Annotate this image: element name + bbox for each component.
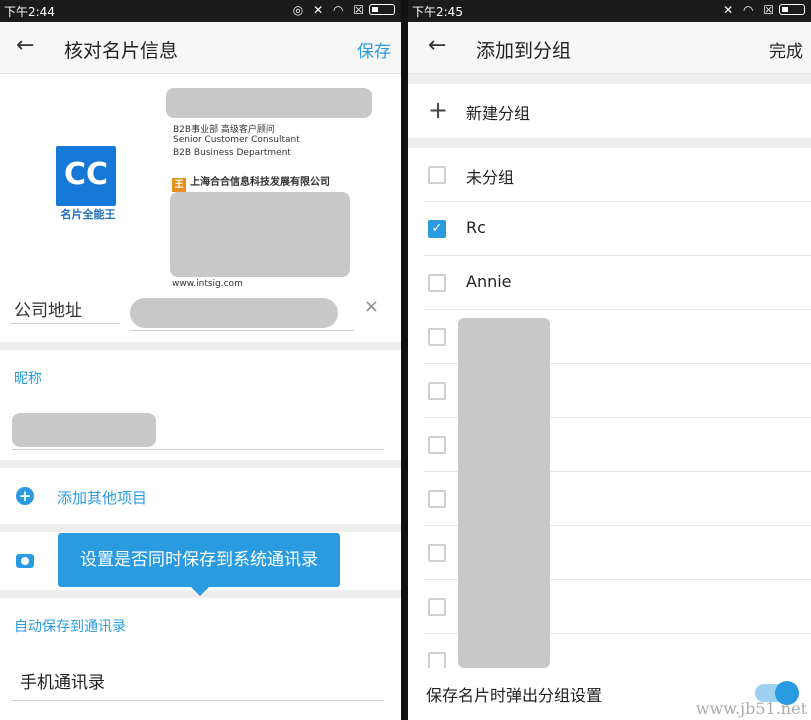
nickname-label: 昵称 bbox=[14, 371, 42, 387]
card-website: www.intsig.com bbox=[172, 279, 243, 289]
group-row[interactable]: Annie bbox=[408, 256, 811, 310]
checkbox[interactable] bbox=[428, 274, 446, 292]
new-group-row[interactable]: + 新建分组 bbox=[408, 84, 811, 138]
add-other-item-row[interactable]: + 添加其他项目 bbox=[0, 468, 401, 524]
field-underline bbox=[12, 449, 384, 450]
status-bar: 下午2:45 ✕ ◠ ☒ bbox=[408, 0, 811, 22]
business-card-image: CC 名片全能王 B2B事业部 高级客户顾问 Senior Customer C… bbox=[0, 74, 401, 342]
card-line: Senior Customer Consultant bbox=[173, 135, 300, 145]
card-line: B2B Business Department bbox=[173, 148, 291, 158]
address-input[interactable] bbox=[130, 298, 338, 328]
contacts-select[interactable]: 手机通讯录 bbox=[20, 668, 105, 693]
group-label: Rc bbox=[466, 218, 486, 237]
battery-icon bbox=[369, 4, 395, 15]
address-field-label[interactable]: 公司地址 bbox=[14, 296, 82, 321]
card-company: 王上海合合信息科技发展有限公司 bbox=[172, 173, 330, 192]
add-other-label: 添加其他项目 bbox=[57, 489, 148, 507]
tooltip-arrow bbox=[191, 587, 209, 596]
left-screen: 下午2:44 ◎ ✕ ◠ ☒ ← 核对名片信息 保存 CC 名片全能王 B2B事… bbox=[0, 0, 401, 720]
checkbox[interactable] bbox=[428, 382, 446, 400]
status-time: 下午2:45 bbox=[412, 5, 463, 19]
checkbox-checked[interactable]: ✓ bbox=[428, 220, 446, 238]
done-button[interactable]: 完成 bbox=[769, 37, 803, 62]
back-arrow-icon[interactable]: ← bbox=[428, 32, 456, 60]
logo-text: CC bbox=[63, 157, 109, 192]
clear-icon[interactable]: × bbox=[364, 296, 379, 317]
right-screen: 下午2:45 ✕ ◠ ☒ ← 添加到分组 完成 + 新建分组 未分组 ✓ Rc … bbox=[408, 0, 811, 720]
autosave-section: 自动保存到通讯录 手机通讯录 bbox=[0, 598, 401, 720]
field-underline bbox=[130, 330, 354, 331]
redacted-name bbox=[166, 88, 372, 118]
checkbox[interactable] bbox=[428, 328, 446, 346]
camcard-logo: CC bbox=[56, 146, 116, 206]
status-icons: ◎ ✕ ◠ ☒ bbox=[293, 3, 395, 17]
nickname-section: 昵称 bbox=[0, 350, 401, 460]
add-circle-icon: + bbox=[16, 487, 34, 505]
popup-setting-label: 保存名片时弹出分组设置 bbox=[426, 686, 603, 705]
page-title: 添加到分组 bbox=[476, 40, 572, 62]
group-row[interactable]: 未分组 bbox=[408, 148, 811, 202]
nickname-input[interactable] bbox=[12, 413, 156, 447]
status-time: 下午2:44 bbox=[4, 5, 55, 19]
company-name: 上海合合信息科技发展有限公司 bbox=[190, 177, 330, 188]
logo-caption: 名片全能王 bbox=[60, 208, 116, 221]
new-group-label: 新建分组 bbox=[466, 104, 531, 123]
page-title: 核对名片信息 bbox=[64, 40, 179, 62]
group-label: Annie bbox=[466, 272, 512, 291]
app-bar: ← 核对名片信息 保存 bbox=[0, 22, 401, 74]
back-arrow-icon[interactable]: ← bbox=[16, 32, 44, 60]
save-button[interactable]: 保存 bbox=[357, 37, 391, 62]
plus-icon: + bbox=[428, 96, 449, 124]
group-row[interactable]: ✓ Rc bbox=[408, 202, 811, 256]
redacted-contact-info bbox=[170, 192, 350, 277]
app-bar: ← 添加到分组 完成 bbox=[408, 22, 811, 74]
checkbox[interactable] bbox=[428, 166, 446, 184]
battery-icon bbox=[779, 4, 805, 15]
checkbox[interactable] bbox=[428, 598, 446, 616]
checkbox[interactable] bbox=[428, 436, 446, 454]
watermark: www.jb51.net bbox=[695, 699, 807, 718]
status-bar: 下午2:44 ◎ ✕ ◠ ☒ bbox=[0, 0, 401, 22]
tooltip: 设置是否同时保存到系统通讯录 bbox=[58, 533, 340, 587]
field-underline bbox=[12, 700, 384, 701]
camera-icon bbox=[16, 554, 34, 568]
field-underline bbox=[10, 323, 120, 324]
card-line: B2B事业部 高级客户顾问 bbox=[173, 125, 275, 135]
checkbox[interactable] bbox=[428, 544, 446, 562]
autosave-label: 自动保存到通讯录 bbox=[14, 619, 126, 635]
checkbox[interactable] bbox=[428, 490, 446, 508]
company-logo-icon: 王 bbox=[172, 178, 186, 192]
status-icons: ✕ ◠ ☒ bbox=[723, 3, 805, 17]
redacted-group-names bbox=[458, 318, 550, 668]
group-label: 未分组 bbox=[466, 168, 515, 187]
